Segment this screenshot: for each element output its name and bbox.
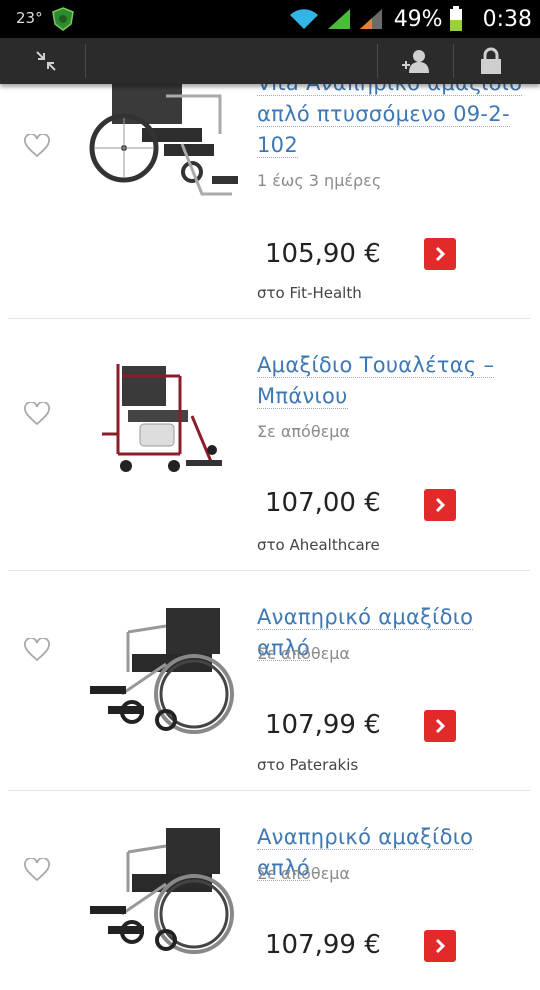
store-name: στο Fit-Health <box>257 284 362 302</box>
go-to-store-button[interactable] <box>424 930 456 962</box>
collapse-button[interactable] <box>8 38 84 84</box>
temperature-text: 23° <box>16 9 43 27</box>
price: 107,99 € <box>265 930 381 960</box>
action-bar-divider <box>453 44 454 78</box>
wifi-icon <box>289 9 318 29</box>
signal-strength-icon <box>327 9 350 29</box>
heart-icon[interactable] <box>24 638 50 662</box>
commode-chair-image[interactable] <box>82 354 242 494</box>
price: 107,99 € <box>265 710 381 740</box>
battery-icon <box>449 6 462 31</box>
wheelchair-image[interactable] <box>82 822 242 962</box>
availability-text: Σε απόθεμα <box>257 422 350 441</box>
collapse-icon <box>36 51 56 71</box>
availability-text: 1 έως 3 ημέρες <box>257 171 382 190</box>
chevron-right-icon <box>435 246 446 262</box>
shield-icon <box>52 7 74 31</box>
heart-icon[interactable] <box>24 402 50 426</box>
signal-strength-icon-2 <box>359 9 382 29</box>
wheelchair-image[interactable] <box>82 74 242 214</box>
heart-icon[interactable] <box>24 134 50 158</box>
action-bar-divider <box>85 44 86 78</box>
store-name: στο Ahealthcare <box>257 536 380 554</box>
battery-percent: 49% <box>393 6 443 32</box>
store-name: στο Paterakis <box>257 756 359 774</box>
action-bar-divider <box>377 44 378 78</box>
go-to-store-button[interactable] <box>424 489 456 521</box>
list-item[interactable]: Αναπηρικό αμαξίδιο απλό Σε απόθεμα 107,9… <box>8 790 530 990</box>
add-user-icon <box>402 50 429 73</box>
list-item[interactable]: Αναπηρικό αμαξίδιο απλό Σε απόθεμα 107,9… <box>8 570 530 791</box>
heart-icon[interactable] <box>24 858 50 882</box>
chevron-right-icon <box>435 718 446 734</box>
price: 105,90 € <box>265 239 381 269</box>
status-bar: 23° 49% 0:38 <box>0 0 540 38</box>
go-to-store-button[interactable] <box>424 710 456 742</box>
add-user-button[interactable] <box>380 38 452 84</box>
chevron-right-icon <box>435 938 446 954</box>
lock-button[interactable] <box>456 38 526 84</box>
lock-icon <box>481 47 501 74</box>
clock-time: 0:38 <box>482 6 532 32</box>
chevron-right-icon <box>435 497 446 513</box>
availability-text: Σε απόθεμα <box>257 644 350 663</box>
action-bar <box>0 38 540 84</box>
wheelchair-image[interactable] <box>82 602 242 742</box>
go-to-store-button[interactable] <box>424 238 456 270</box>
product-title[interactable]: Αμαξίδιο Τουαλέτας – Μπάνιου <box>257 350 529 412</box>
list-item[interactable]: Αμαξίδιο Τουαλέτας – Μπάνιου Σε απόθεμα … <box>8 318 530 571</box>
availability-text: Σε απόθεμα <box>257 864 350 883</box>
price: 107,00 € <box>265 488 381 518</box>
